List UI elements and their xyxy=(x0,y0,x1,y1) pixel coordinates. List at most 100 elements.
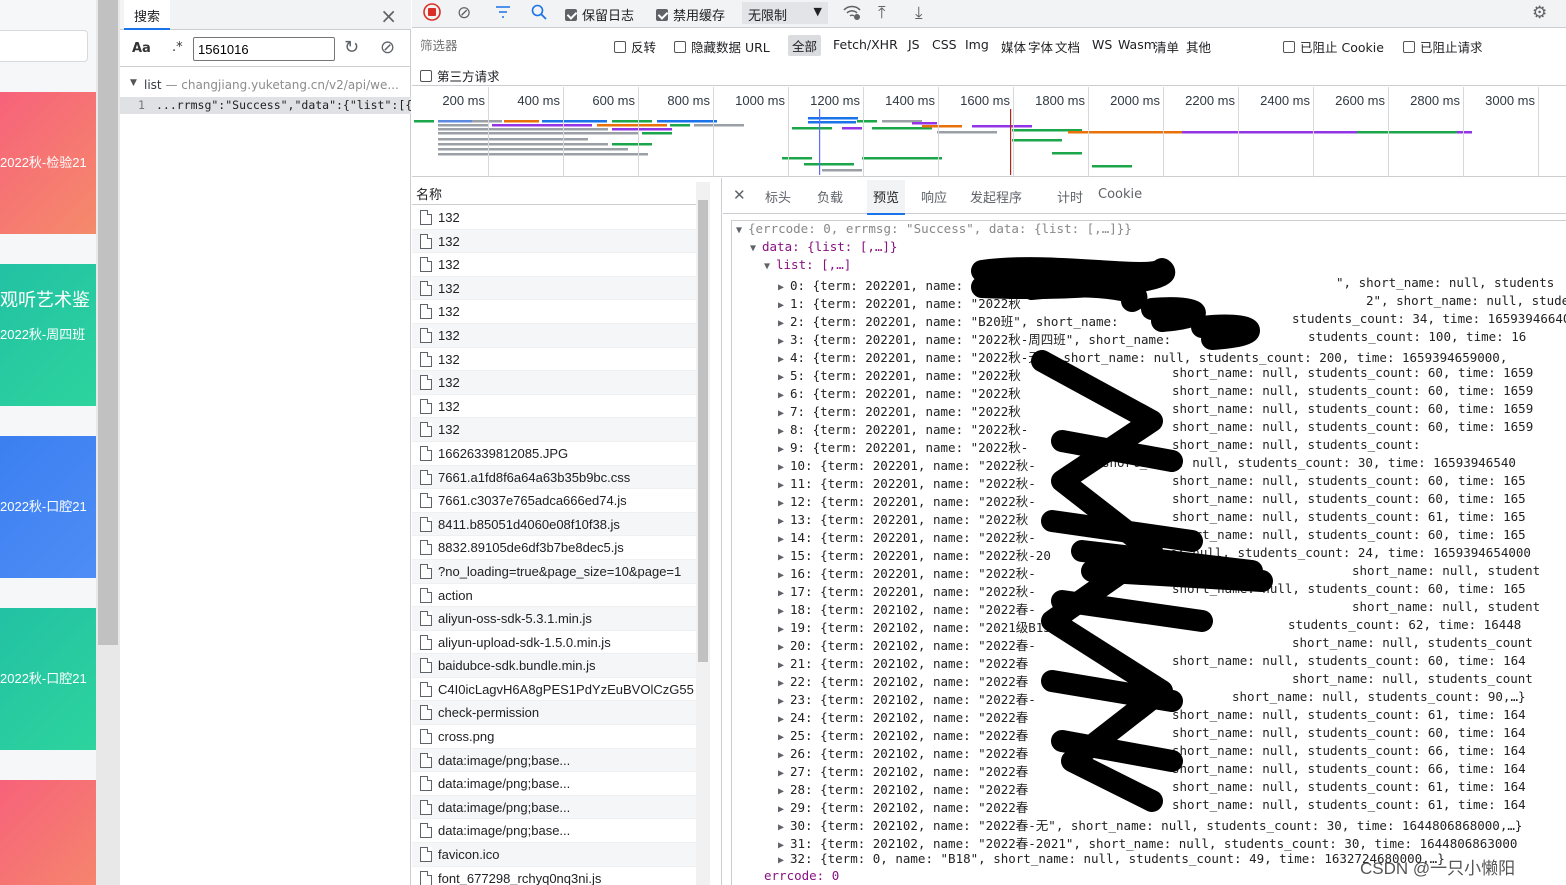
request-row[interactable]: check-permission xyxy=(412,701,696,726)
preview-list-item[interactable]: ▶ 16: {term: 202201, name: "2022秋- xyxy=(778,563,1036,581)
request-row[interactable]: baidubce-sdk.bundle.min.js xyxy=(412,654,696,678)
detail-tab[interactable]: 标头 xyxy=(765,187,791,206)
expand-triangle-icon[interactable]: ▶ xyxy=(778,624,790,635)
preview-list-item[interactable]: ▶ 19: {term: 202102, name: "2021级B15班" xyxy=(778,617,1071,635)
preview-list-item[interactable]: ▶ 31: {term: 202102, name: "2022春-2021", … xyxy=(778,833,1517,851)
request-list-scroll-thumb[interactable] xyxy=(698,200,708,662)
expand-triangle-icon[interactable]: ▶ xyxy=(778,678,790,689)
expand-triangle-icon[interactable]: ▶ xyxy=(778,426,790,437)
preview-list-item[interactable]: ▶ 9: {term: 202201, name: "2022秋- xyxy=(778,437,1028,455)
preview-list-item[interactable]: ▶ 27: {term: 202102, name: "2022春 xyxy=(778,761,1028,779)
request-row[interactable]: 132 xyxy=(412,395,696,419)
refresh-icon[interactable]: ↻ xyxy=(344,37,359,58)
preview-list-item[interactable]: ▶ 5: {term: 202201, name: "2022秋 xyxy=(778,365,1021,383)
request-row[interactable]: 132 xyxy=(412,276,696,301)
preview-list-item[interactable]: ▶ 22: {term: 202102, name: "2022春 xyxy=(778,671,1028,689)
clear-icon[interactable]: ⊘ xyxy=(380,37,395,58)
expand-triangle-icon[interactable]: ▶ xyxy=(778,462,790,473)
expand-triangle-icon[interactable]: ▶ xyxy=(778,732,790,743)
invert-checkbox[interactable]: 反转 xyxy=(614,37,656,56)
record-stop-icon[interactable] xyxy=(422,2,442,27)
disable-cache-checkbox[interactable]: 禁用缓存 xyxy=(656,5,725,24)
preview-list-item[interactable]: ▶ 32: {term: 0, name: "B18", short_name: … xyxy=(778,851,1445,869)
expand-triangle-icon[interactable]: ▶ xyxy=(778,516,790,527)
expand-triangle-icon[interactable]: ▶ xyxy=(778,336,790,347)
third-party-checkbox[interactable]: 第三方请求 xyxy=(420,66,500,85)
export-har-icon[interactable]: ⤓ xyxy=(915,3,923,23)
filter-chip[interactable]: 全部 xyxy=(788,35,822,56)
request-row[interactable]: data:image/png;base... xyxy=(412,795,696,820)
expand-triangle-icon[interactable]: ▶ xyxy=(778,408,790,419)
preserve-log-checkbox[interactable]: 保留日志 xyxy=(565,5,634,24)
request-row[interactable]: favicon.ico xyxy=(412,843,696,867)
filter-chip[interactable]: JS xyxy=(908,37,920,52)
course-card[interactable]: 2022秋-口腔21 xyxy=(0,436,96,578)
network-timeline[interactable]: 200 ms 400 ms 600 ms 800 ms 1000 ms 1200 ms 14… xyxy=(412,87,1566,177)
preview-list-item[interactable]: ▶ 26: {term: 202102, name: "2022春 xyxy=(778,743,1028,761)
expand-triangle-icon[interactable]: ▶ xyxy=(778,480,790,491)
blocked-requests-checkbox[interactable]: 已阻止请求 xyxy=(1403,37,1483,56)
expand-triangle-icon[interactable]: ▼ xyxy=(750,243,762,254)
preview-list-item[interactable]: ▶ 3: {term: 202201, name: "2022秋-周四班", sh… xyxy=(778,329,1171,347)
filter-chip[interactable]: Wasm xyxy=(1118,37,1156,52)
preview-list-item[interactable]: ▶ 1: {term: 202201, name: "2022秋 xyxy=(778,293,1021,311)
preview-list-item[interactable]: ▶ 8: {term: 202201, name: "2022秋- xyxy=(778,419,1028,437)
preview-list-item[interactable]: ▶ 18: {term: 202102, name: "2022春- xyxy=(778,599,1036,617)
search-icon[interactable] xyxy=(530,3,548,26)
course-card[interactable]: 2022秋-口腔21 xyxy=(0,608,96,750)
request-row[interactable]: 8832.89105de6df3b7be8dec5.js xyxy=(412,536,696,560)
close-icon[interactable]: × xyxy=(380,4,397,28)
request-list-scrollbar[interactable] xyxy=(696,182,710,885)
detail-tab[interactable]: 预览 xyxy=(867,180,906,215)
preview-list-item[interactable]: ▶ 7: {term: 202201, name: "2022秋 xyxy=(778,401,1021,419)
request-row[interactable]: 132 xyxy=(412,253,696,277)
request-row[interactable]: 132 xyxy=(412,418,696,442)
filter-icon[interactable] xyxy=(494,3,512,26)
preview-list-item[interactable]: ▶ 12: {term: 202201, name: "2022秋- xyxy=(778,491,1036,509)
filter-chip[interactable]: 清单 xyxy=(1154,37,1179,56)
throttle-select[interactable]: 无限制 ▼ xyxy=(742,2,828,24)
expand-triangle-icon[interactable]: ▶ xyxy=(778,534,790,545)
expand-triangle-icon[interactable]: ▶ xyxy=(778,660,790,671)
preview-list-item[interactable]: ▶ 15: {term: 202201, name: "2022秋-20 xyxy=(778,545,1051,563)
preview-list-item[interactable]: ▶ 20: {term: 202102, name: "2022春- xyxy=(778,635,1036,653)
request-row[interactable]: data:image/png;base... xyxy=(412,772,696,796)
page-scrollbar[interactable] xyxy=(96,0,120,885)
preview-list-item[interactable]: ▶ 2: {term: 202201, name: "B20班", short_n… xyxy=(778,311,1119,329)
course-card[interactable]: 2022秋-检验21 xyxy=(0,92,96,234)
course-card[interactable]: 观听艺术鉴 2022秋-周四班 xyxy=(0,264,96,406)
expand-triangle-icon[interactable]: ▶ xyxy=(778,588,790,599)
request-row[interactable]: 132 xyxy=(412,371,696,395)
search-input[interactable] xyxy=(193,37,335,61)
filter-chip[interactable]: 文档 xyxy=(1055,37,1080,56)
blocked-cookies-checkbox[interactable]: 已阻止 Cookie xyxy=(1283,37,1384,56)
preview-list-item[interactable]: ▶ 13: {term: 202201, name: "2022秋 xyxy=(778,509,1028,527)
network-conditions-icon[interactable] xyxy=(842,3,862,26)
request-row[interactable]: 132 xyxy=(412,348,696,372)
expand-triangle-icon[interactable]: ▶ xyxy=(778,300,790,311)
detail-tab[interactable]: 负载 xyxy=(817,187,843,206)
filter-chip[interactable]: CSS xyxy=(932,37,957,52)
regex-button[interactable]: .* xyxy=(172,40,183,55)
page-scrollbar-thumb[interactable] xyxy=(98,0,118,645)
request-row[interactable]: data:image/png;base... xyxy=(412,819,696,844)
expand-triangle-icon[interactable]: ▼ xyxy=(130,78,137,88)
preview-list-item[interactable]: ▶ 23: {term: 202102, name: "2022春- xyxy=(778,689,1036,707)
preview-list-item[interactable]: ▶ 25: {term: 202102, name: "2022春 xyxy=(778,725,1028,743)
expand-triangle-icon[interactable]: ▶ xyxy=(778,354,790,365)
detail-tab[interactable]: 发起程序 xyxy=(970,187,1022,206)
preview-list-item[interactable]: ▶ 28: {term: 202102, name: "2022春 xyxy=(778,779,1028,797)
preview-data-row[interactable]: ▼ data: {list: [,…]} xyxy=(750,239,897,257)
close-detail-icon[interactable]: ✕ xyxy=(733,186,746,204)
request-row[interactable]: aliyun-oss-sdk-5.3.1.min.js xyxy=(412,607,696,631)
expand-triangle-icon[interactable]: ▼ xyxy=(736,225,748,236)
preview-list-item[interactable]: ▶ 4: {term: 202201, name: "2022秋-无", shor… xyxy=(778,347,1507,365)
expand-triangle-icon[interactable]: ▶ xyxy=(778,606,790,617)
settings-gear-icon[interactable]: ⚙ xyxy=(1532,3,1547,23)
preview-list-item[interactable]: ▶ 14: {term: 202201, name: "2022秋- xyxy=(778,527,1036,545)
hide-data-url-checkbox[interactable]: 隐藏数据 URL xyxy=(674,37,770,56)
search-result-file[interactable]: ▼ list — changjiang.yuketang.cn/v2/api/w… xyxy=(120,76,411,96)
expand-triangle-icon[interactable]: ▶ xyxy=(778,750,790,761)
detail-tab[interactable]: 计时 xyxy=(1057,187,1083,206)
detail-tab[interactable]: Cookie xyxy=(1098,187,1142,202)
